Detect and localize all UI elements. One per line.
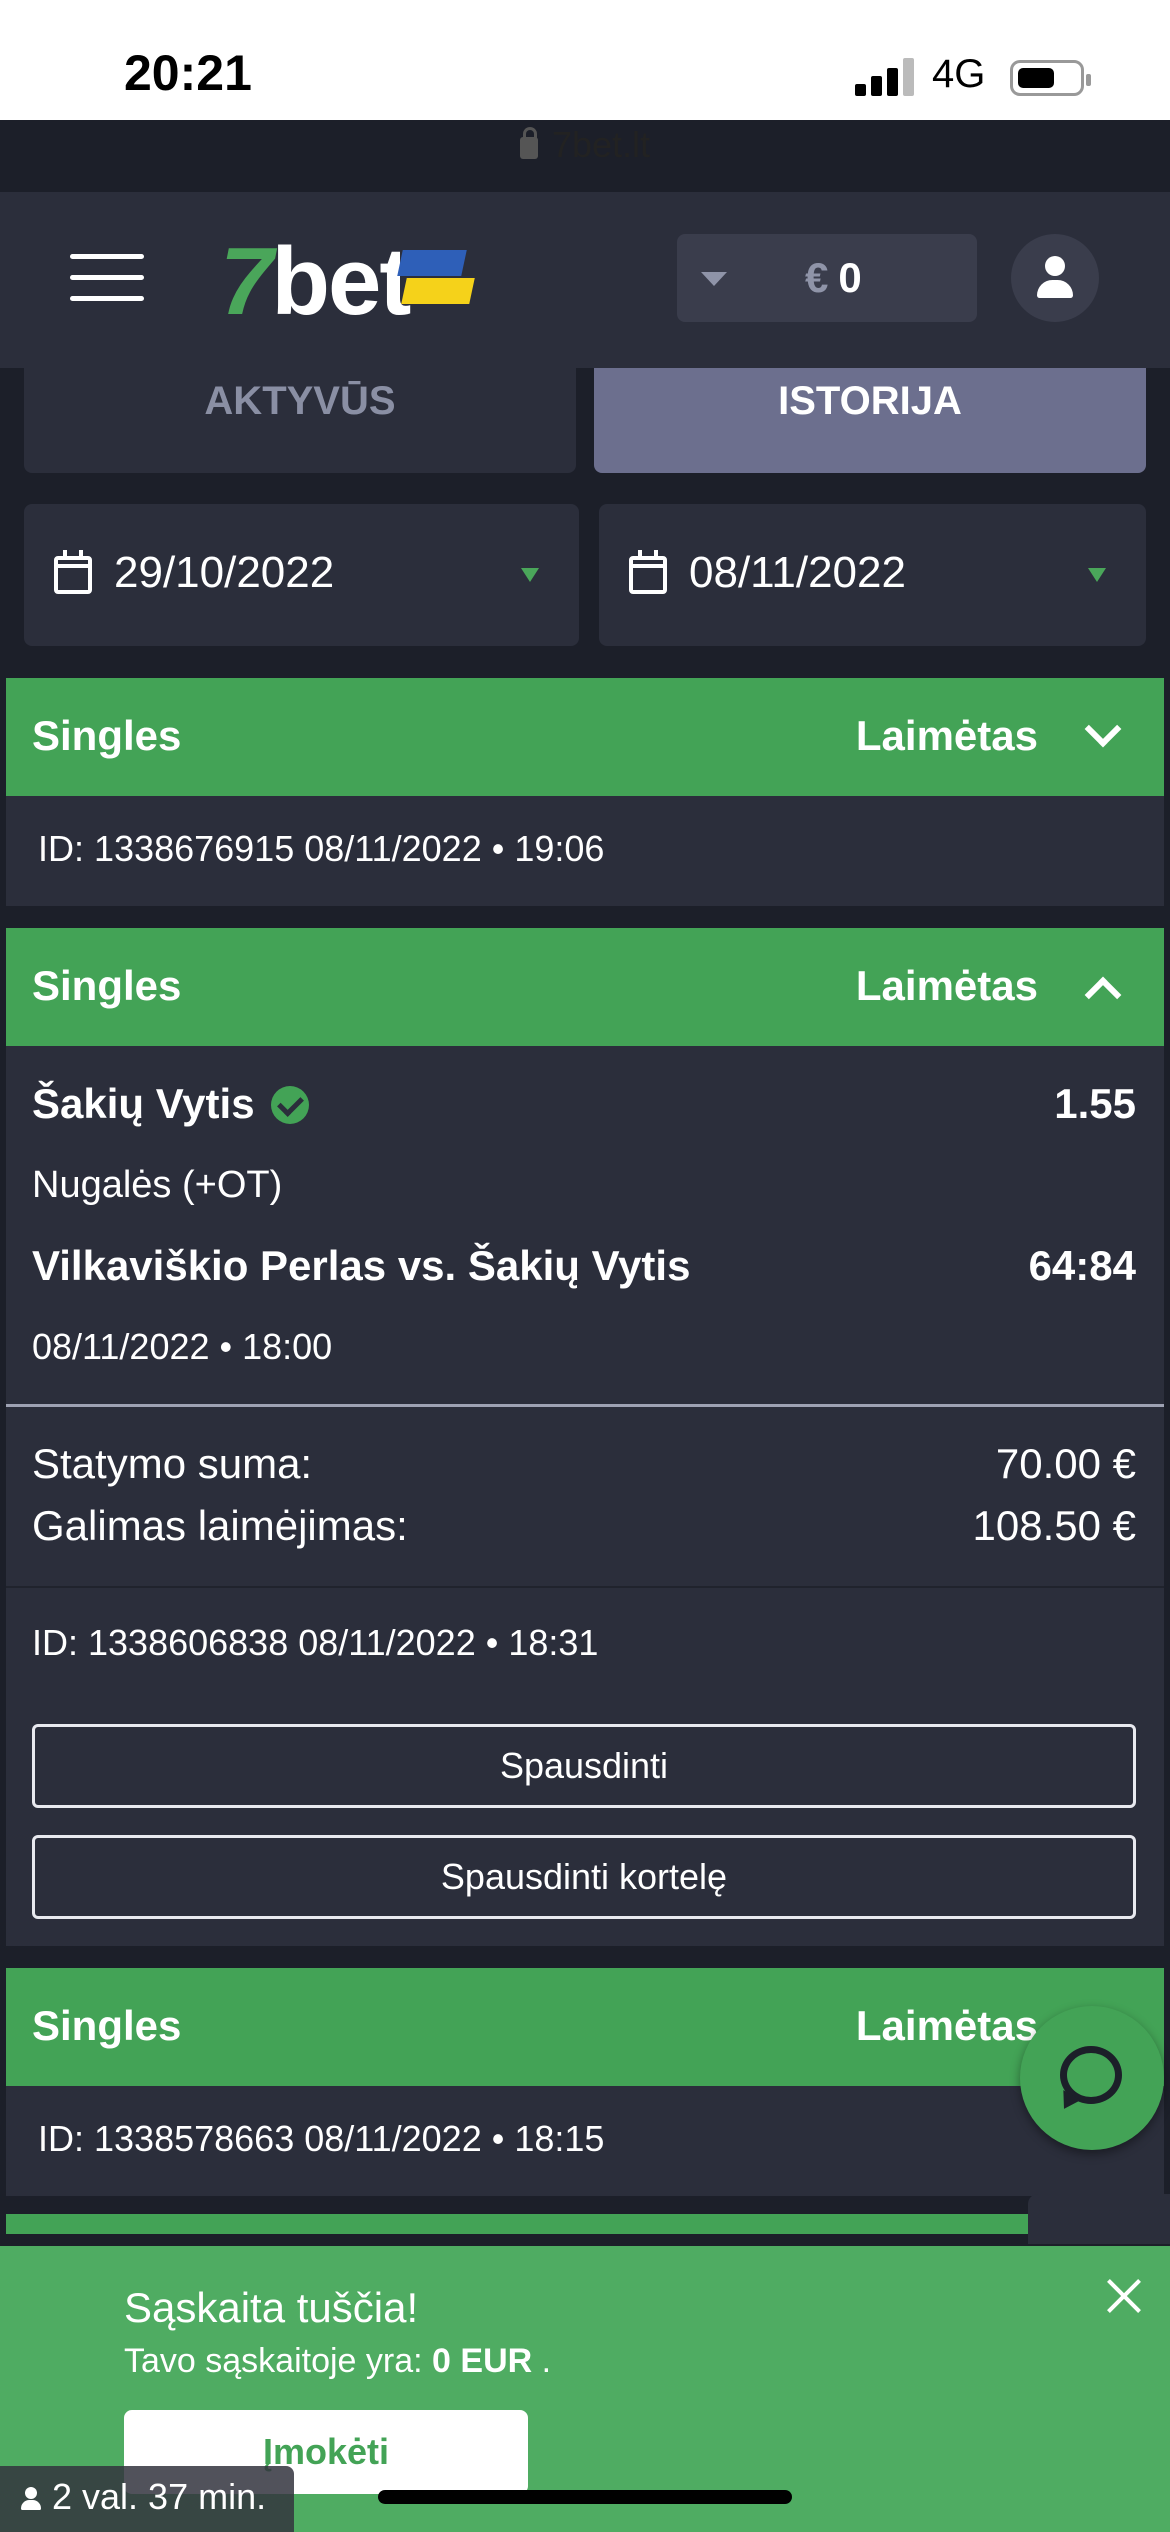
event-time: 08/11/2022 • 18:00 xyxy=(32,1326,333,1367)
chevron-down-icon xyxy=(1088,568,1106,582)
balance-dropdown[interactable]: €0 xyxy=(677,234,977,322)
network-type: 4G xyxy=(932,52,986,96)
bet-type: Singles xyxy=(32,962,182,1009)
chevron-down-icon xyxy=(521,568,539,582)
divider xyxy=(6,1404,1164,1407)
print-card-button[interactable]: Spausdinti kortelę xyxy=(32,1835,1136,1919)
calendar-icon xyxy=(629,550,667,594)
divider xyxy=(6,1586,1164,1588)
bet-header[interactable] xyxy=(6,2214,1164,2234)
match-name: Vilkaviškio Perlas vs. Šakių Vytis xyxy=(32,1242,691,1289)
bet-header[interactable]: Singles Laimėtas xyxy=(6,928,1164,1046)
user-icon[interactable] xyxy=(1011,234,1099,322)
selection-odds: 1.55 xyxy=(1054,1080,1136,1127)
bet-status: Laimėtas xyxy=(855,712,1038,759)
tab-history[interactable]: ISTORIJA xyxy=(594,368,1146,473)
signal-icon xyxy=(855,58,915,96)
chevron-up-icon xyxy=(1084,976,1122,1014)
chevron-down-icon xyxy=(1084,710,1122,748)
date-to-picker[interactable]: 08/11/2022 xyxy=(599,504,1146,646)
bet-header[interactable]: Singles Laimėtas xyxy=(6,678,1164,796)
date-to-value: 08/11/2022 xyxy=(689,548,906,597)
stake-label: Statymo suma: xyxy=(32,1440,313,1487)
menu-icon[interactable] xyxy=(70,254,144,302)
bet-header[interactable]: Singles Laimėtas xyxy=(6,1968,1164,2086)
stake-value: 70.00 € xyxy=(995,1440,1136,1487)
bet-id: ID: 1338606838 08/11/2022 • 18:31 xyxy=(32,1622,599,1663)
battery-icon xyxy=(1010,60,1091,96)
chevron-down-icon xyxy=(701,272,727,286)
potential-win-label: Galimas laimėjimas: xyxy=(32,1502,408,1549)
check-icon xyxy=(270,1086,309,1124)
print-button[interactable]: Spausdinti xyxy=(32,1724,1136,1808)
url-text: 7bet.lt xyxy=(551,124,651,165)
close-icon[interactable] xyxy=(1104,2276,1144,2316)
selection-name: Šakių Vytis xyxy=(32,1080,309,1128)
date-from-value: 29/10/2022 xyxy=(114,548,335,597)
bet-status: Laimėtas xyxy=(855,2002,1038,2049)
banner-amount: 0 EUR xyxy=(432,2342,533,2380)
site-header: 7bet €0 xyxy=(0,192,1170,368)
bet-summary: ID: 1338578663 08/11/2022 • 18:15 xyxy=(6,2086,1164,2196)
person-icon xyxy=(20,2487,42,2511)
clock: 20:21 xyxy=(124,45,252,101)
home-indicator xyxy=(378,2490,792,2504)
side-tab[interactable] xyxy=(1028,2194,1170,2244)
date-from-picker[interactable]: 29/10/2022 xyxy=(24,504,579,646)
match-score: 64:84 xyxy=(1028,1242,1136,1289)
bet-type: Singles xyxy=(32,2002,182,2049)
ukraine-flag-icon xyxy=(397,250,475,310)
market-name: Nugalės (+OT) xyxy=(32,1164,283,1206)
url-bar[interactable]: 7bet.lt xyxy=(0,124,1170,166)
currency-symbol: € xyxy=(805,254,829,301)
logo[interactable]: 7bet xyxy=(220,234,411,330)
bet-type: Singles xyxy=(32,712,182,759)
bet-id: ID: 1338676915 08/11/2022 • 19:06 xyxy=(38,828,605,869)
bet-status: Laimėtas xyxy=(855,962,1038,1009)
status-bar: 20:21 4G 7bet.lt xyxy=(0,0,1170,165)
tab-active-bets[interactable]: AKTYVŪS xyxy=(24,368,576,473)
bet-id: ID: 1338578663 08/11/2022 • 18:15 xyxy=(38,2118,605,2159)
bet-summary: ID: 1338676915 08/11/2022 • 19:06 xyxy=(6,796,1164,906)
banner-text: Tavo sąskaitoje yra: 0 EUR . xyxy=(124,2342,552,2380)
calendar-icon xyxy=(54,550,92,594)
banner-title: Sąskaita tuščia! xyxy=(124,2284,419,2331)
chat-icon[interactable] xyxy=(1020,2006,1164,2150)
session-timer: 2 val. 37 min. xyxy=(0,2466,294,2532)
potential-win-value: 108.50 € xyxy=(972,1502,1137,1549)
balance-value: 0 xyxy=(838,254,862,301)
lock-icon xyxy=(519,127,538,159)
